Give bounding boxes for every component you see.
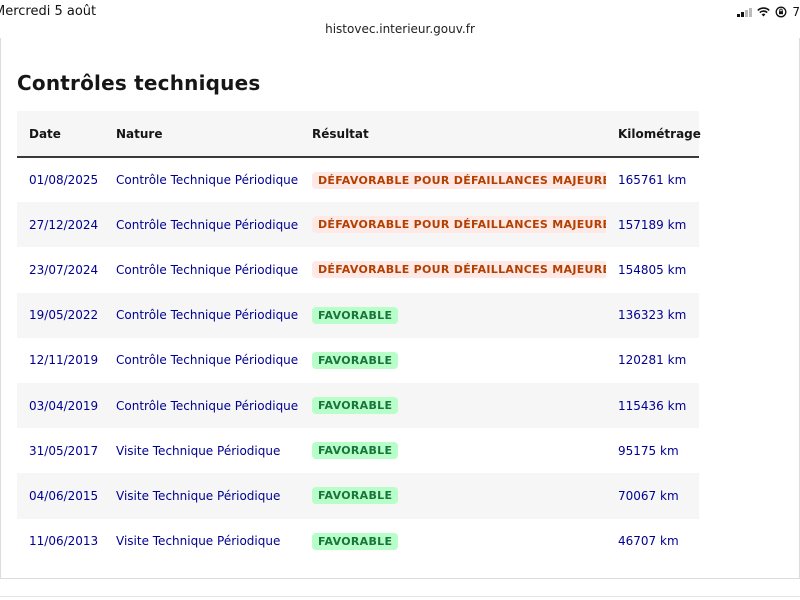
wifi-icon (757, 7, 771, 17)
cell-km: 95175 km (618, 443, 679, 458)
cell-nature: Contrôle Technique Périodique (116, 217, 299, 232)
table-row: 03/04/2019 Contrôle Technique Périodique… (17, 382, 699, 429)
cell-result: FAVORABLE (300, 519, 606, 564)
signal-icon (737, 7, 753, 17)
header-km: Kilométrage (618, 126, 701, 141)
result-badge: FAVORABLE (312, 532, 399, 550)
cell-result: FAVORABLE (300, 338, 606, 383)
cell-result: FAVORABLE (300, 428, 606, 473)
status-bar: Mercredi 5 août 7 (0, 0, 800, 24)
table-row: 04/06/2015 Visite Technique Périodique F… (17, 473, 699, 519)
technical-controls-table-wrap: Date Nature Résultat Kilométrage 01/08/2… (17, 111, 701, 564)
cell-date: 19/05/2022 (29, 308, 99, 323)
table-body: 01/08/2025 Contrôle Technique Périodique… (17, 157, 699, 564)
technical-controls-table: Date Nature Résultat Kilométrage 01/08/2… (17, 111, 701, 564)
table-row: 19/05/2022 Contrôle Technique Périodique… (17, 292, 699, 338)
battery-percent: 7 (792, 5, 800, 19)
cell-nature: Visite Technique Périodique (116, 534, 281, 549)
header-nature: Nature (116, 126, 163, 141)
cell-nature: Contrôle Technique Périodique (116, 173, 299, 188)
status-icons: 7 (737, 5, 800, 19)
cell-nature: Contrôle Technique Périodique (116, 398, 299, 413)
result-badge: DÉFAVORABLE POUR DÉFAILLANCES MAJEURES (312, 171, 606, 189)
cell-result: FAVORABLE (300, 473, 606, 518)
url-bar[interactable]: histovec.interieur.gouv.fr (0, 22, 800, 36)
result-badge: DÉFAVORABLE POUR DÉFAILLANCES MAJEURES (312, 216, 606, 234)
cell-nature: Visite Technique Périodique (116, 488, 281, 503)
page-bottom-divider (0, 596, 800, 597)
cell-date: 31/05/2017 (29, 443, 99, 458)
table-row: 27/12/2024 Contrôle Technique Périodique… (17, 202, 699, 248)
header-result: Résultat (312, 126, 369, 141)
cell-date: 11/06/2013 (29, 534, 99, 549)
table-header-row: Date Nature Résultat Kilométrage (17, 111, 701, 157)
cell-km: 165761 km (618, 173, 687, 188)
cell-date: 23/07/2024 (29, 262, 99, 277)
table-row: 11/06/2013 Visite Technique Périodique F… (17, 519, 699, 564)
table-row: 23/07/2024 Contrôle Technique Périodique… (17, 247, 699, 292)
cell-km: 154805 km (618, 262, 687, 277)
technical-controls-card: Contrôles techniques Date Nature Résulta… (0, 38, 800, 579)
cell-km: 136323 km (618, 308, 687, 323)
cell-nature: Visite Technique Périodique (116, 443, 281, 458)
cell-date: 12/11/2019 (29, 353, 99, 368)
cell-km: 115436 km (618, 398, 687, 413)
cell-result: DÉFAVORABLE POUR DÉFAILLANCES MAJEURES (300, 247, 606, 292)
cell-km: 46707 km (618, 534, 679, 549)
table-row: 01/08/2025 Contrôle Technique Périodique… (17, 157, 699, 202)
cell-km: 157189 km (618, 217, 687, 232)
orientation-lock-icon (775, 6, 787, 18)
cell-result: DÉFAVORABLE POUR DÉFAILLANCES MAJEURES (300, 157, 606, 202)
cell-km: 70067 km (618, 488, 679, 503)
header-date: Date (29, 126, 61, 141)
cell-nature: Contrôle Technique Périodique (116, 308, 299, 323)
cell-result: DÉFAVORABLE POUR DÉFAILLANCES MAJEURES (300, 202, 606, 247)
cell-result: FAVORABLE (300, 293, 606, 338)
status-date: Mercredi 5 août (0, 4, 97, 19)
cell-date: 27/12/2024 (29, 217, 99, 232)
cell-date: 04/06/2015 (29, 488, 99, 503)
cell-date: 01/08/2025 (29, 173, 99, 188)
cell-date: 03/04/2019 (29, 398, 99, 413)
section-title: Contrôles techniques (17, 71, 261, 95)
result-badge: FAVORABLE (312, 487, 399, 505)
cell-result: FAVORABLE (300, 383, 606, 428)
result-badge: FAVORABLE (312, 442, 399, 460)
cell-nature: Contrôle Technique Périodique (116, 262, 299, 277)
result-badge: DÉFAVORABLE POUR DÉFAILLANCES MAJEURES (312, 261, 606, 279)
result-badge: FAVORABLE (312, 306, 399, 324)
table-row: 31/05/2017 Visite Technique Périodique F… (17, 428, 699, 473)
table-row: 12/11/2019 Contrôle Technique Périodique… (17, 338, 699, 383)
cell-km: 120281 km (618, 353, 687, 368)
result-badge: FAVORABLE (312, 397, 399, 415)
result-badge: FAVORABLE (312, 351, 399, 369)
cell-nature: Contrôle Technique Périodique (116, 353, 299, 368)
